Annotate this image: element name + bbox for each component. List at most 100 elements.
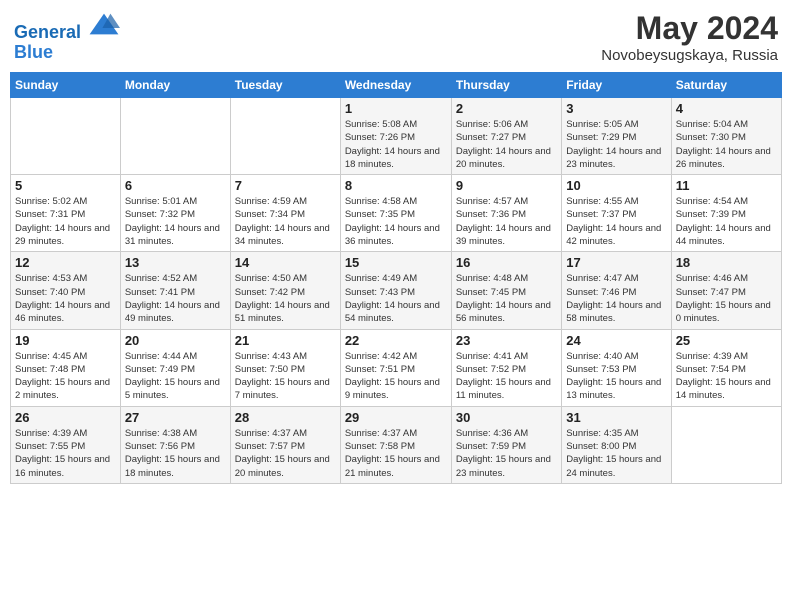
calendar-cell: 30 Sunrise: 4:36 AM Sunset: 7:59 PM Dayli… <box>451 406 561 483</box>
day-info: Sunrise: 5:08 AM Sunset: 7:26 PM Dayligh… <box>345 118 447 171</box>
day-number: 6 <box>125 178 226 193</box>
day-info: Sunrise: 4:50 AM Sunset: 7:42 PM Dayligh… <box>235 272 336 325</box>
day-number: 20 <box>125 333 226 348</box>
day-info: Sunrise: 4:47 AM Sunset: 7:46 PM Dayligh… <box>566 272 666 325</box>
calendar-cell: 3 Sunrise: 5:05 AM Sunset: 7:29 PM Daylig… <box>562 98 671 175</box>
day-number: 10 <box>566 178 666 193</box>
page-header: General Blue May 2024 Novobeysugskaya, R… <box>10 10 782 64</box>
day-number: 29 <box>345 410 447 425</box>
day-info: Sunrise: 4:36 AM Sunset: 7:59 PM Dayligh… <box>456 427 557 480</box>
day-number: 26 <box>15 410 116 425</box>
day-info: Sunrise: 4:55 AM Sunset: 7:37 PM Dayligh… <box>566 195 666 248</box>
day-info: Sunrise: 5:02 AM Sunset: 7:31 PM Dayligh… <box>15 195 116 248</box>
day-number: 30 <box>456 410 557 425</box>
calendar-cell <box>120 98 230 175</box>
day-number: 24 <box>566 333 666 348</box>
day-number: 2 <box>456 101 557 116</box>
day-info: Sunrise: 5:06 AM Sunset: 7:27 PM Dayligh… <box>456 118 557 171</box>
weekday-header-tuesday: Tuesday <box>230 73 340 98</box>
calendar-week-5: 26 Sunrise: 4:39 AM Sunset: 7:55 PM Dayli… <box>11 406 782 483</box>
day-number: 22 <box>345 333 447 348</box>
calendar-cell: 20 Sunrise: 4:44 AM Sunset: 7:49 PM Dayli… <box>120 329 230 406</box>
day-info: Sunrise: 4:38 AM Sunset: 7:56 PM Dayligh… <box>125 427 226 480</box>
day-number: 28 <box>235 410 336 425</box>
day-info: Sunrise: 4:41 AM Sunset: 7:52 PM Dayligh… <box>456 350 557 403</box>
day-info: Sunrise: 4:39 AM Sunset: 7:55 PM Dayligh… <box>15 427 116 480</box>
day-info: Sunrise: 4:43 AM Sunset: 7:50 PM Dayligh… <box>235 350 336 403</box>
calendar-header: SundayMondayTuesdayWednesdayThursdayFrid… <box>11 73 782 98</box>
day-info: Sunrise: 4:35 AM Sunset: 8:00 PM Dayligh… <box>566 427 666 480</box>
day-info: Sunrise: 4:57 AM Sunset: 7:36 PM Dayligh… <box>456 195 557 248</box>
logo-line1: General <box>14 10 120 43</box>
day-number: 12 <box>15 255 116 270</box>
calendar-week-1: 1 Sunrise: 5:08 AM Sunset: 7:26 PM Daylig… <box>11 98 782 175</box>
calendar-cell: 7 Sunrise: 4:59 AM Sunset: 7:34 PM Daylig… <box>230 175 340 252</box>
location: Novobeysugskaya, Russia <box>601 47 778 64</box>
calendar-cell: 25Sunrise: 4:39 AM Sunset: 7:54 PM Dayli… <box>671 329 781 406</box>
calendar-cell: 19 Sunrise: 4:45 AM Sunset: 7:48 PM Dayli… <box>11 329 121 406</box>
calendar-cell: 1 Sunrise: 5:08 AM Sunset: 7:26 PM Daylig… <box>340 98 451 175</box>
day-number: 23 <box>456 333 557 348</box>
day-number: 25 <box>676 333 777 348</box>
weekday-row: SundayMondayTuesdayWednesdayThursdayFrid… <box>11 73 782 98</box>
day-info: Sunrise: 4:49 AM Sunset: 7:43 PM Dayligh… <box>345 272 447 325</box>
day-number: 27 <box>125 410 226 425</box>
weekday-header-sunday: Sunday <box>11 73 121 98</box>
calendar-week-3: 12Sunrise: 4:53 AM Sunset: 7:40 PM Dayli… <box>11 252 782 329</box>
calendar-cell: 12Sunrise: 4:53 AM Sunset: 7:40 PM Dayli… <box>11 252 121 329</box>
day-info: Sunrise: 4:44 AM Sunset: 7:49 PM Dayligh… <box>125 350 226 403</box>
day-info: Sunrise: 4:40 AM Sunset: 7:53 PM Dayligh… <box>566 350 666 403</box>
day-info: Sunrise: 5:04 AM Sunset: 7:30 PM Dayligh… <box>676 118 777 171</box>
day-number: 17 <box>566 255 666 270</box>
day-info: Sunrise: 4:45 AM Sunset: 7:48 PM Dayligh… <box>15 350 116 403</box>
weekday-header-wednesday: Wednesday <box>340 73 451 98</box>
calendar-week-4: 19 Sunrise: 4:45 AM Sunset: 7:48 PM Dayli… <box>11 329 782 406</box>
day-info: Sunrise: 4:58 AM Sunset: 7:35 PM Dayligh… <box>345 195 447 248</box>
calendar-cell: 2 Sunrise: 5:06 AM Sunset: 7:27 PM Daylig… <box>451 98 561 175</box>
day-number: 21 <box>235 333 336 348</box>
calendar-cell: 4 Sunrise: 5:04 AM Sunset: 7:30 PM Daylig… <box>671 98 781 175</box>
day-info: Sunrise: 4:37 AM Sunset: 7:57 PM Dayligh… <box>235 427 336 480</box>
day-number: 11 <box>676 178 777 193</box>
day-info: Sunrise: 5:01 AM Sunset: 7:32 PM Dayligh… <box>125 195 226 248</box>
day-info: Sunrise: 4:37 AM Sunset: 7:58 PM Dayligh… <box>345 427 447 480</box>
day-number: 4 <box>676 101 777 116</box>
calendar-cell: 21 Sunrise: 4:43 AM Sunset: 7:50 PM Dayli… <box>230 329 340 406</box>
day-number: 16 <box>456 255 557 270</box>
day-number: 18 <box>676 255 777 270</box>
calendar-cell: 26 Sunrise: 4:39 AM Sunset: 7:55 PM Dayli… <box>11 406 121 483</box>
calendar-cell: 16 Sunrise: 4:48 AM Sunset: 7:45 PM Dayli… <box>451 252 561 329</box>
day-number: 14 <box>235 255 336 270</box>
day-number: 7 <box>235 178 336 193</box>
day-number: 31 <box>566 410 666 425</box>
day-info: Sunrise: 4:52 AM Sunset: 7:41 PM Dayligh… <box>125 272 226 325</box>
day-number: 3 <box>566 101 666 116</box>
day-number: 15 <box>345 255 447 270</box>
calendar-cell: 8 Sunrise: 4:58 AM Sunset: 7:35 PM Daylig… <box>340 175 451 252</box>
day-info: Sunrise: 4:59 AM Sunset: 7:34 PM Dayligh… <box>235 195 336 248</box>
month-title: May 2024 <box>601 10 778 47</box>
day-number: 19 <box>15 333 116 348</box>
calendar-cell <box>11 98 121 175</box>
day-info: Sunrise: 4:46 AM Sunset: 7:47 PM Dayligh… <box>676 272 777 325</box>
day-info: Sunrise: 4:48 AM Sunset: 7:45 PM Dayligh… <box>456 272 557 325</box>
day-info: Sunrise: 4:42 AM Sunset: 7:51 PM Dayligh… <box>345 350 447 403</box>
calendar-cell: 5 Sunrise: 5:02 AM Sunset: 7:31 PM Daylig… <box>11 175 121 252</box>
calendar-body: 1 Sunrise: 5:08 AM Sunset: 7:26 PM Daylig… <box>11 98 782 484</box>
calendar-cell: 23 Sunrise: 4:41 AM Sunset: 7:52 PM Dayli… <box>451 329 561 406</box>
day-info: Sunrise: 4:54 AM Sunset: 7:39 PM Dayligh… <box>676 195 777 248</box>
day-number: 8 <box>345 178 447 193</box>
day-number: 13 <box>125 255 226 270</box>
calendar-cell: 14 Sunrise: 4:50 AM Sunset: 7:42 PM Dayli… <box>230 252 340 329</box>
weekday-header-monday: Monday <box>120 73 230 98</box>
day-info: Sunrise: 5:05 AM Sunset: 7:29 PM Dayligh… <box>566 118 666 171</box>
calendar-cell: 6 Sunrise: 5:01 AM Sunset: 7:32 PM Daylig… <box>120 175 230 252</box>
calendar-cell: 24 Sunrise: 4:40 AM Sunset: 7:53 PM Dayli… <box>562 329 671 406</box>
day-number: 5 <box>15 178 116 193</box>
calendar-cell: 27 Sunrise: 4:38 AM Sunset: 7:56 PM Dayli… <box>120 406 230 483</box>
calendar-table: SundayMondayTuesdayWednesdayThursdayFrid… <box>10 72 782 484</box>
weekday-header-friday: Friday <box>562 73 671 98</box>
calendar-cell <box>671 406 781 483</box>
calendar-cell: 29 Sunrise: 4:37 AM Sunset: 7:58 PM Dayli… <box>340 406 451 483</box>
day-number: 1 <box>345 101 447 116</box>
